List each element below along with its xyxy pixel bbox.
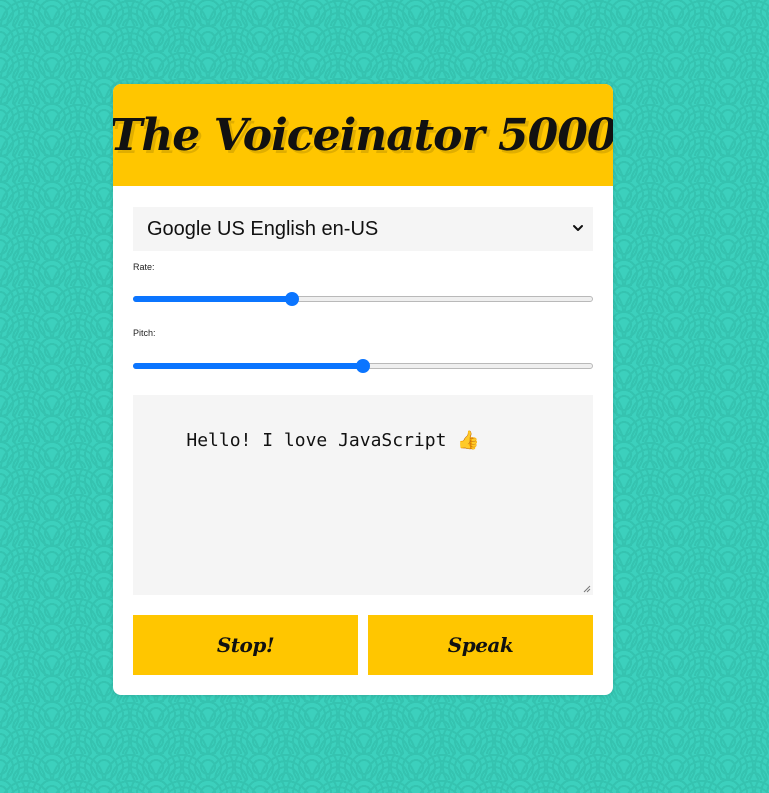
rate-slider-thumb[interactable] [285, 292, 299, 306]
header: The Voiceinator 5000 [113, 84, 613, 186]
chevron-down-icon [573, 225, 583, 231]
speak-button[interactable]: Speak [368, 615, 593, 675]
pitch-slider-thumb[interactable] [356, 359, 370, 373]
message-textarea[interactable]: Hello! I love JavaScript 👍 [133, 395, 593, 595]
pitch-label: Pitch: [133, 328, 156, 338]
stop-button[interactable]: Stop! [133, 615, 358, 675]
rate-slider-fill [133, 296, 292, 302]
rate-label: Rate: [133, 262, 155, 272]
voiceinator-panel: The Voiceinator 5000 Google US English e… [113, 84, 613, 695]
voice-select-value: Google US English en-US [147, 218, 379, 240]
pitch-slider[interactable] [133, 358, 593, 374]
message-text: Hello! I love JavaScript 👍 [186, 430, 480, 451]
page-title: The Voiceinator 5000 [113, 109, 613, 161]
voice-select[interactable]: Google US English en-US [133, 207, 593, 251]
rate-slider[interactable] [133, 291, 593, 307]
resize-grip-icon[interactable] [581, 583, 591, 593]
pitch-slider-fill [133, 363, 363, 369]
